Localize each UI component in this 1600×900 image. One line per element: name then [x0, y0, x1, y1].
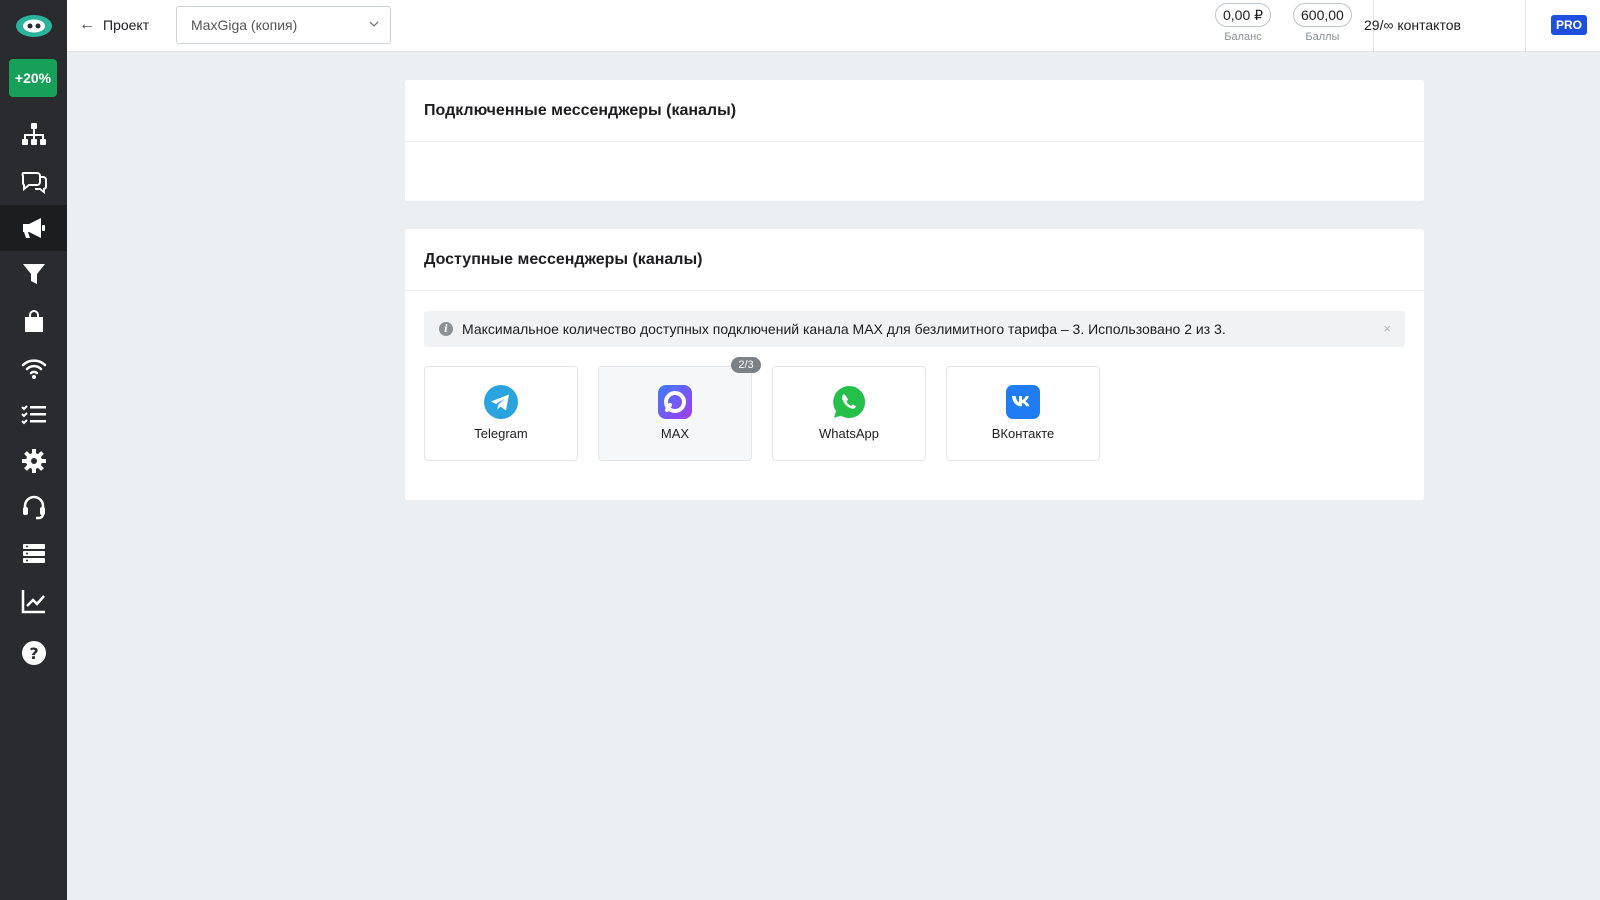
- svg-text:?: ?: [29, 644, 38, 663]
- project-select-value: MaxGiga (копия): [191, 17, 298, 33]
- support-icon: [22, 495, 45, 520]
- sitemap-icon: [21, 123, 46, 145]
- megaphone-icon: [22, 218, 45, 238]
- help-icon: ?: [21, 641, 46, 665]
- nav-database[interactable]: [0, 531, 67, 577]
- telegram-icon: [484, 385, 518, 419]
- nav-help[interactable]: ?: [0, 630, 67, 676]
- available-channels-card: Доступные мессенджеры (каналы) i Максима…: [405, 229, 1424, 500]
- points-label: Баллы: [1305, 31, 1340, 43]
- nav-funnels[interactable]: [0, 251, 67, 297]
- analytics-icon: [21, 590, 45, 614]
- chevron-down-icon: [369, 21, 379, 27]
- channel-label: MAX: [660, 426, 690, 441]
- arrow-left-icon: ←: [79, 16, 95, 33]
- topbar: ← Проект MaxGiga (копия) 0,00 ₽ Баланс 6…: [67, 0, 1600, 52]
- funnel-icon: [22, 264, 45, 284]
- promo-badge[interactable]: +20%: [9, 59, 57, 97]
- info-icon: i: [439, 322, 453, 336]
- channel-max[interactable]: MAX: [598, 366, 752, 461]
- limit-alert-text: Максимальное количество доступных подклю…: [462, 321, 1226, 337]
- balance-value: 0,00 ₽: [1215, 3, 1272, 27]
- nav-channels[interactable]: [0, 345, 67, 391]
- nav-broadcasts[interactable]: [0, 205, 67, 251]
- channel-vk[interactable]: ВКонтакте: [946, 366, 1100, 461]
- max-icon: [658, 385, 692, 419]
- pro-plan-badge[interactable]: PRO: [1551, 15, 1587, 35]
- gear-icon: [21, 449, 46, 473]
- checklist-icon: [20, 405, 46, 425]
- connected-channels-title: Подключенные мессенджеры (каналы): [405, 80, 1424, 142]
- logo[interactable]: [0, 0, 67, 51]
- project-select[interactable]: MaxGiga (копия): [176, 6, 391, 44]
- nav-support[interactable]: [0, 485, 67, 531]
- back-label: Проект: [103, 17, 150, 33]
- database-icon: [22, 544, 45, 563]
- available-channels-title: Доступные мессенджеры (каналы): [405, 229, 1424, 291]
- close-icon[interactable]: ×: [1383, 321, 1391, 336]
- topbar-divider: [1525, 0, 1526, 52]
- points-stat[interactable]: 600,00 Баллы: [1293, 3, 1352, 43]
- contacts-counter[interactable]: 29/∞ контактов: [1364, 17, 1461, 33]
- nav-scenarios[interactable]: [0, 111, 67, 157]
- nav-chats[interactable]: [0, 157, 67, 203]
- max-usage-badge: 2/3: [731, 357, 761, 373]
- nav-analytics[interactable]: [0, 578, 67, 624]
- shopping-bag-icon: [24, 310, 43, 332]
- whatsapp-icon: [833, 385, 866, 418]
- balance-stat[interactable]: 0,00 ₽ Баланс: [1215, 3, 1272, 43]
- nav-shop[interactable]: [0, 298, 67, 344]
- channel-label: WhatsApp: [819, 426, 879, 441]
- connected-channels-card: Подключенные мессенджеры (каналы): [405, 80, 1424, 201]
- points-value: 600,00: [1293, 3, 1352, 27]
- channel-label: ВКонтакте: [991, 426, 1055, 441]
- limit-alert: i Максимальное количество доступных подк…: [424, 311, 1405, 347]
- nav-settings[interactable]: [0, 438, 67, 484]
- nav-tasks[interactable]: [0, 392, 67, 438]
- balance-label: Баланс: [1224, 31, 1262, 43]
- sidebar: +20% ?: [0, 0, 67, 900]
- channel-telegram[interactable]: Telegram: [424, 366, 578, 461]
- logo-icon: [15, 14, 52, 37]
- vk-icon: [1006, 385, 1040, 419]
- back-to-project-link[interactable]: ← Проект: [79, 14, 149, 36]
- channel-whatsapp[interactable]: WhatsApp: [772, 366, 926, 461]
- channel-label: Telegram: [474, 426, 528, 441]
- wifi-icon: [21, 359, 46, 379]
- chat-icon: [21, 172, 47, 194]
